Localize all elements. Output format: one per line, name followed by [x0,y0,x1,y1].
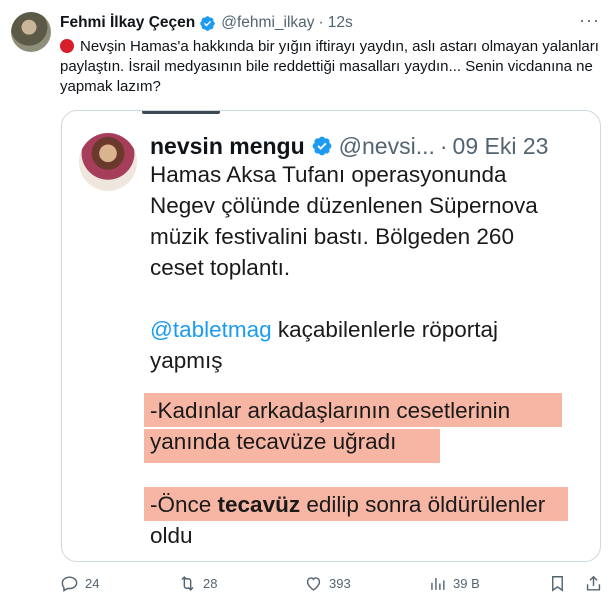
tweet-body: Nevşin Hamas'a hakkında bir yığın iftira… [60,38,599,95]
quoted-author-name: nevsin mengu [150,132,305,159]
views-chart-icon [431,577,445,590]
quote-top-bar [142,111,220,114]
quoted-line: yapmış [150,348,223,373]
tweet-text: Nevşin Hamas'a hakkında bir yığın iftira… [60,37,600,97]
quoted-body: Hamas Aksa Tufanı operasyonunda Negev çö… [150,159,590,376]
highlight-text: -Kadınlar arkadaşlarının cesetlerinin ya… [150,395,510,457]
header-separator: · [318,14,324,31]
quoted-author-avatar [79,133,137,191]
quoted-line: yanında tecavüze uğradı [150,429,397,454]
quoted-line: ceset toplantı. [150,255,291,280]
reply-icon [61,576,78,592]
retweet-icon [181,576,194,591]
bold-text: tecavüz [217,492,301,517]
retweet-button[interactable]: 28 [178,574,217,593]
reply-button[interactable]: 24 [60,574,99,593]
quoted-author-handle: @nevsi... [338,132,435,159]
quoted-line: -Önce tecavüz edilip sonra öldürülenler [150,489,545,520]
action-bar: 24 28 393 39 B [60,574,605,598]
views-count: 39 B [453,576,480,591]
mention-link[interactable]: @tabletmag [150,317,272,342]
quoted-line: Negev çölünde düzenlenen Süpernova [150,193,538,218]
highlight-text: -Önce tecavüz edilip sonra öldürülenler … [150,489,545,551]
verified-badge-icon [312,136,332,156]
more-icon[interactable]: ··· [579,10,600,31]
quoted-header: nevsin mengu @nevsi... · 09 Eki 23 [150,131,548,161]
quoted-line: -Kadınlar arkadaşlarının cesetlerinin [150,398,511,423]
verified-badge-icon [200,15,216,31]
reply-count: 24 [85,576,100,591]
red-circle-emoji-icon [60,39,74,53]
author-avatar[interactable] [11,12,51,52]
share-button[interactable] [584,574,609,593]
bookmark-button[interactable] [548,574,573,593]
tweet-header: Fehmi İlkay Çeçen @fehmi_ilkay · 12s [60,13,353,33]
quoted-tweet[interactable]: nevsin mengu @nevsi... · 09 Eki 23 Hamas… [61,110,601,562]
author-name[interactable]: Fehmi İlkay Çeçen [60,14,195,32]
share-icon [586,575,601,591]
quoted-text: edilip sonra öldürülenler [300,492,546,517]
quoted-text: -Önce [150,492,218,517]
quoted-date: 09 Eki 23 [452,132,549,159]
views-button[interactable]: 39 B [428,574,480,593]
retweet-count: 28 [203,576,218,591]
quoted-line: Hamas Aksa Tufanı operasyonunda [150,162,507,187]
tweet-timestamp[interactable]: 12s [328,14,353,32]
bookmark-icon [552,576,563,592]
author-handle[interactable]: @fehmi_ilkay [221,14,314,32]
quoted-line: @tabletmag kaçabilenlerle röportaj [150,314,590,345]
quoted-separator: · [439,132,448,159]
like-button[interactable]: 393 [304,574,351,593]
quoted-line: müzik festivalini bastı. Bölgeden 260 [150,224,514,249]
like-count: 393 [329,576,351,591]
quoted-text: kaçabilenlerle röportaj [271,317,499,342]
heart-icon [306,577,321,591]
quoted-line: oldu [150,523,193,548]
